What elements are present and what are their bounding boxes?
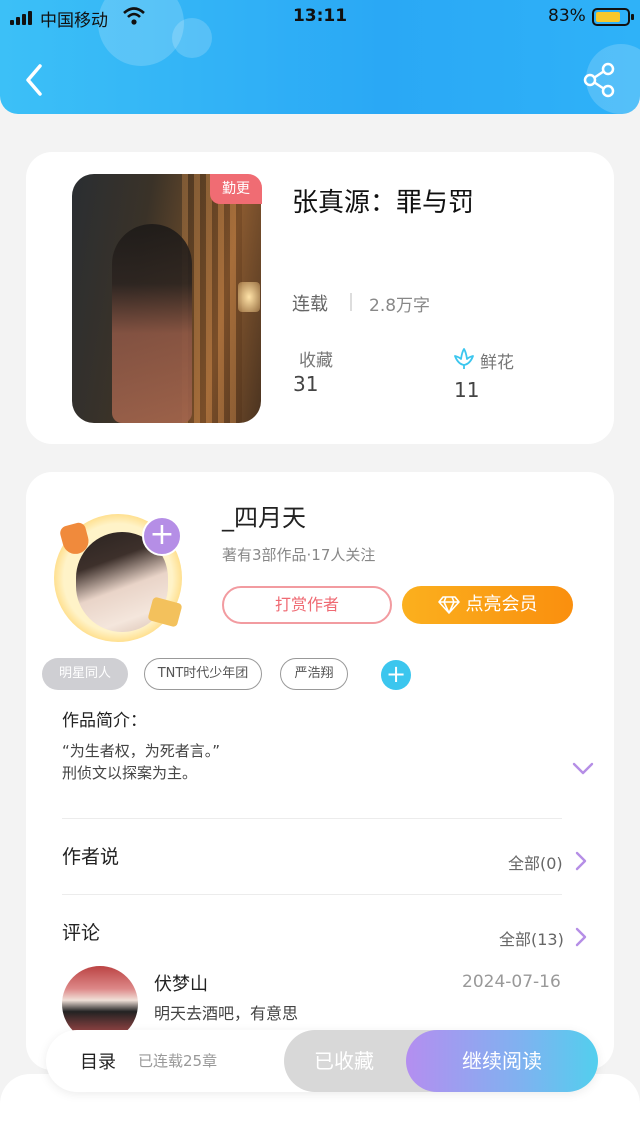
flowers-label: 鲜花	[480, 353, 514, 373]
flower-icon[interactable]	[452, 346, 476, 370]
share-icon	[583, 62, 615, 98]
header: 中国移动 13:11 83%	[0, 0, 640, 114]
intro-line: “为生者权，为死者言。”	[62, 742, 221, 760]
battery-percent: 83%	[548, 6, 586, 26]
add-tag-button[interactable]: +	[381, 660, 411, 690]
vip-button-label: 点亮会员	[465, 594, 538, 615]
battery-icon	[592, 8, 634, 26]
word-count: 2.8万字	[369, 296, 431, 316]
comment-text[interactable]: 明天去酒吧，有意思	[154, 1000, 298, 1024]
chapter-count: 已连载25章	[138, 1052, 218, 1070]
book-info-card: 勤更 张真源：罪与罚 连载 2.8万字 收藏 31 鲜花 11	[26, 152, 614, 444]
toc-button[interactable]: 目录	[80, 1048, 116, 1074]
chevron-left-icon	[26, 64, 42, 96]
author-name[interactable]: _四月天	[222, 498, 306, 533]
author-says-more[interactable]: 全部(0)	[508, 850, 563, 874]
tag-chip[interactable]: 严浩翔	[280, 658, 348, 690]
share-button[interactable]	[580, 60, 620, 100]
chevron-down-icon[interactable]	[572, 762, 594, 776]
intro-title: 作品简介：	[62, 711, 147, 731]
favorites-count: 31	[293, 372, 319, 396]
follow-author-button[interactable]: +	[142, 516, 182, 556]
vip-button[interactable]: 点亮会员	[402, 586, 573, 624]
chevron-right-icon[interactable]	[574, 850, 588, 872]
comments-more[interactable]: 全部(13)	[499, 926, 564, 950]
intro-text: “为生者权，为死者言。” 刑侦文以探案为主。	[62, 740, 220, 784]
tag-chip[interactable]: 明星同人	[42, 658, 128, 690]
favorites-label: 收藏	[299, 351, 333, 371]
clock: 13:11	[292, 6, 348, 26]
continue-reading-button[interactable]: 继续阅读	[406, 1030, 598, 1092]
bottom-action-bar: 目录 已连载25章 已收藏 继续阅读	[46, 1030, 598, 1092]
back-button[interactable]	[18, 60, 52, 100]
tip-author-button[interactable]: 打赏作者	[222, 586, 392, 624]
author-card: + _四月天 著有3部作品·17人关注 打赏作者 点亮会员 明星同人 TNT时代…	[26, 472, 614, 1070]
book-status: 连载	[292, 294, 328, 315]
collected-label: 已收藏	[314, 1049, 374, 1073]
author-says-title: 作者说	[62, 846, 120, 868]
update-badge: 勤更	[210, 174, 262, 204]
tag-chip[interactable]: TNT时代少年团	[144, 658, 262, 690]
status-bar: 中国移动 13:11 83%	[0, 0, 640, 34]
commenter-name[interactable]: 伏梦山	[154, 970, 208, 996]
chevron-right-icon[interactable]	[574, 926, 588, 948]
diamond-icon	[437, 596, 460, 614]
divider	[62, 894, 562, 895]
divider	[350, 293, 352, 311]
flowers-count: 11	[454, 378, 480, 402]
divider	[62, 818, 562, 819]
intro-line: 刑侦文以探案为主。	[62, 764, 198, 782]
comment-date: 2024-07-16	[462, 972, 561, 992]
book-title: 张真源：罪与罚	[292, 188, 475, 218]
author-meta: 著有3部作品·17人关注	[222, 546, 376, 564]
book-cover[interactable]	[72, 174, 261, 423]
comments-title: 评论	[62, 922, 101, 944]
